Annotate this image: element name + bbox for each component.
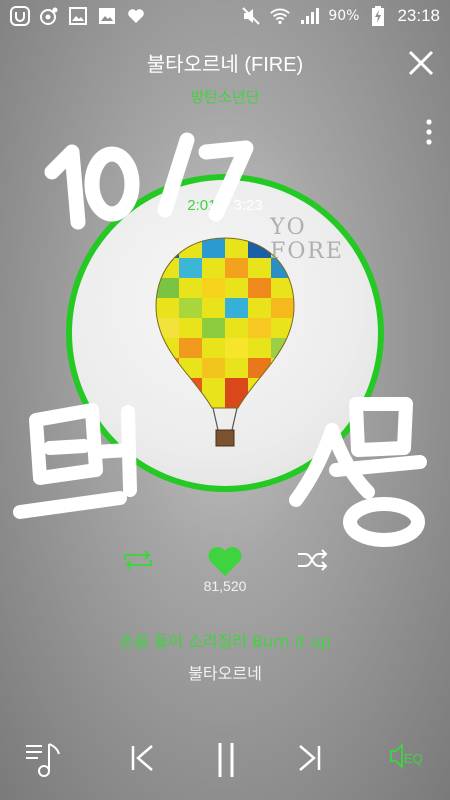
- equalizer-button[interactable]: EQ: [388, 740, 428, 772]
- shuffle-button[interactable]: [296, 548, 330, 572]
- image-icon: [97, 6, 117, 26]
- app-notification-icon: [10, 6, 30, 26]
- clock: 23:18: [397, 6, 440, 25]
- wifi-icon: [270, 6, 291, 26]
- music-app-icon: [39, 6, 59, 26]
- heart-filled-icon: [208, 546, 242, 576]
- repeat-button[interactable]: [121, 548, 155, 572]
- song-title: 불타오르네 (FIRE): [146, 54, 304, 76]
- artist-name[interactable]: 방탄소년단: [0, 86, 450, 107]
- skip-previous-icon: [131, 745, 153, 771]
- close-icon: [408, 50, 434, 76]
- mute-icon: [241, 6, 261, 26]
- playback-time: 2:01 · 3:23: [0, 197, 450, 214]
- lyric-current-line[interactable]: 손을 들어 소리질러 Burn it up: [0, 628, 450, 652]
- album-disc[interactable]: YO FORE: [66, 174, 384, 492]
- playback-options: [0, 540, 450, 580]
- playlist-icon: [26, 743, 60, 777]
- pause-icon: [218, 743, 234, 777]
- battery-percent: 90%: [328, 8, 360, 24]
- like-count: 81,520: [203, 578, 247, 594]
- album-cover-text: YO FORE: [270, 215, 344, 264]
- status-notifications: [10, 6, 146, 26]
- close-button[interactable]: [406, 48, 436, 78]
- more-options-button[interactable]: [422, 118, 436, 146]
- status-bar: 90% 23:18: [0, 0, 450, 32]
- equalizer-label: EQ: [404, 751, 423, 766]
- repeat-icon: [124, 550, 152, 570]
- time-total: 3:23: [233, 197, 263, 214]
- shuffle-icon: [298, 549, 328, 571]
- lyric-next-line[interactable]: 불타오르네: [0, 660, 450, 684]
- next-button[interactable]: [294, 740, 324, 776]
- album-art: YO FORE: [72, 180, 378, 486]
- like-button[interactable]: [206, 544, 244, 578]
- skip-next-icon: [299, 745, 321, 771]
- previous-button[interactable]: [128, 740, 158, 776]
- equalizer-icon: EQ: [390, 742, 423, 770]
- gallery-icon: [68, 6, 88, 26]
- time-current: 2:01: [187, 197, 217, 214]
- status-system: 90% 23:18: [241, 6, 440, 26]
- heart-icon: [126, 6, 146, 26]
- playlist-button[interactable]: [24, 740, 64, 780]
- signal-icon: [299, 6, 320, 26]
- pause-button[interactable]: [212, 740, 240, 780]
- battery-charging-icon: [368, 6, 388, 26]
- more-vertical-icon: [426, 119, 432, 145]
- transport-bar: EQ: [0, 730, 450, 790]
- time-separator: ·: [222, 197, 228, 214]
